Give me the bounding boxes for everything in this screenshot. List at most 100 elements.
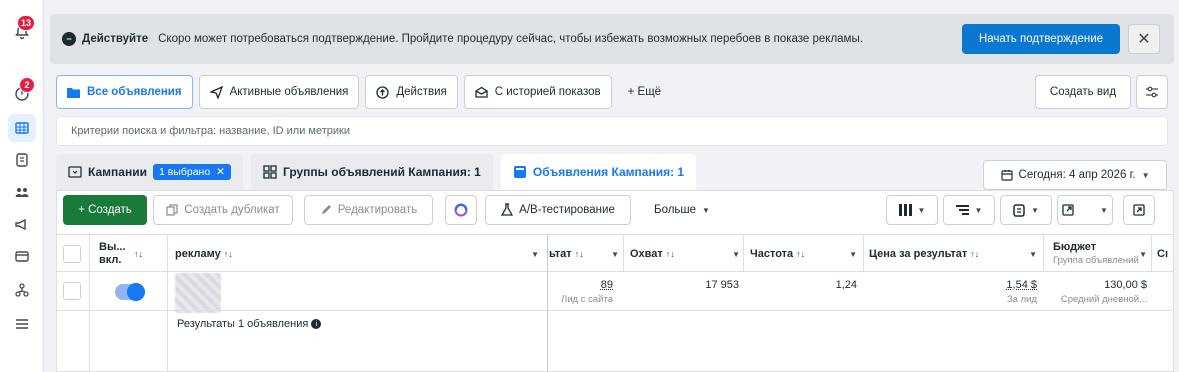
search-input[interactable]: Критерии поиска и фильтра: название, ID … xyxy=(56,116,1168,146)
more-button[interactable]: Больше ▼ xyxy=(642,195,722,225)
audience-button[interactable] xyxy=(8,178,36,206)
reports-icon xyxy=(1013,203,1025,217)
column-divider xyxy=(167,234,168,372)
ad-toggle[interactable] xyxy=(115,283,145,301)
create-view-button[interactable]: Создать вид xyxy=(1035,75,1131,109)
table-toolbar: + Создать Создать дубликат Редактировать… xyxy=(57,195,1173,227)
results-value[interactable]: 89 xyxy=(601,279,613,291)
table-header: Вы... вкл. ↑↓ рекламу ↑↓ ▼ ьтат ↑↓ ▼ Охват ↑… xyxy=(57,234,1173,272)
chevron-down-icon: ▼ xyxy=(1139,249,1147,259)
table-icon xyxy=(15,122,29,134)
tab-label: Действия xyxy=(396,86,447,98)
minus-circle-icon: − xyxy=(62,32,76,46)
duplicate-label: Создать дубликат xyxy=(184,204,280,216)
chevron-down-icon: ▼ xyxy=(732,249,740,259)
column-header-cost-per-result[interactable]: Цена за результат ↑↓ ▼ xyxy=(869,235,1037,273)
column-header-toggle[interactable]: Вы... вкл. ↑↓ xyxy=(99,235,159,273)
view-settings-button[interactable] xyxy=(1136,75,1168,109)
tab-adsets[interactable]: Группы объявлений Кампания: 1 xyxy=(250,154,493,190)
select-all-cell[interactable] xyxy=(63,235,81,273)
tab-ads[interactable]: Объявления Кампания: 1 xyxy=(500,154,697,190)
create-button[interactable]: + Создать xyxy=(63,195,147,225)
info-icon[interactable]: i xyxy=(311,319,322,330)
expand-icon xyxy=(1133,204,1145,216)
column-header-label: Цена за результат xyxy=(869,248,968,260)
cost-per-result-value[interactable]: 1,54 $ xyxy=(1006,279,1037,291)
frequency-cell: 1,24 xyxy=(835,279,857,291)
sort-icon: ↑↓ xyxy=(223,249,233,259)
row-checkbox[interactable] xyxy=(63,282,81,300)
meta-ai-button[interactable] xyxy=(445,195,477,225)
grid-icon xyxy=(263,165,277,179)
ads-manager-button[interactable] xyxy=(8,114,36,142)
column-header-results[interactable]: ьтат ↑↓ ▼ xyxy=(549,235,619,273)
ad-thumbnail-cell[interactable] xyxy=(175,273,221,313)
tree-button[interactable] xyxy=(8,276,36,304)
breakdown-button[interactable]: ▼ xyxy=(943,195,995,225)
column-header-ad[interactable]: рекламу ↑↓ ▼ xyxy=(175,235,539,273)
column-header-reach[interactable]: Охват ↑↓ ▼ xyxy=(630,235,740,273)
date-picker[interactable]: Сегодня: 4 апр 2026 г. ▼ xyxy=(983,160,1167,190)
column-header-frequency[interactable]: Частота ↑↓ ▼ xyxy=(750,235,857,273)
left-rail: 13 2 xyxy=(0,0,44,372)
tab-with-history[interactable]: С историей показов xyxy=(463,75,612,109)
close-icon[interactable]: ✕ xyxy=(1128,24,1160,54)
billing-icon xyxy=(15,251,29,262)
edit-label: Редактировать xyxy=(337,204,418,216)
documents-button[interactable] xyxy=(8,146,36,174)
select-all-checkbox[interactable] xyxy=(63,245,81,263)
menu-icon xyxy=(16,319,28,329)
ad-toggle-cell[interactable] xyxy=(115,283,145,301)
edit-button[interactable]: Редактировать xyxy=(304,195,433,225)
expand-button[interactable] xyxy=(1123,195,1155,225)
tab-actions[interactable]: Действия xyxy=(365,75,458,109)
chevron-down-icon: ▼ xyxy=(1029,249,1037,259)
tab-label: + Ещё xyxy=(627,86,662,98)
columns-button[interactable]: ▼ xyxy=(886,195,938,225)
banner-text: Скоро может потребоваться подтверждение.… xyxy=(158,33,863,45)
notifications-button[interactable]: 13 xyxy=(8,15,36,46)
tab-more[interactable]: + Ещё xyxy=(618,75,671,109)
alerts-badge: 2 xyxy=(19,77,35,93)
sort-icon: ↑↓ xyxy=(574,249,584,259)
chevron-down-icon: ▼ xyxy=(611,249,619,259)
budget-value: 130,00 $ xyxy=(1104,279,1147,291)
ab-testing-button[interactable]: A/B-тестирование xyxy=(485,195,631,225)
sliders-icon xyxy=(1146,86,1158,98)
column-header-budget[interactable]: Бюджет Группа объявлений ▼ xyxy=(1053,235,1147,273)
selected-pill[interactable]: 1 выбрано ✕ xyxy=(152,164,231,180)
export-button[interactable]: ▼ xyxy=(1057,195,1113,225)
start-verification-button[interactable]: Начать подтверждение xyxy=(962,24,1120,54)
column-divider xyxy=(623,234,624,272)
tab-active-ads[interactable]: Активные объявления xyxy=(198,75,360,109)
budget-type: Средний дневной... xyxy=(1060,294,1147,305)
summary-label: Результаты 1 объявления xyxy=(177,318,309,330)
flask-icon xyxy=(501,203,514,216)
date-label: Сегодня: 4 апр 2026 г. xyxy=(1018,169,1136,181)
ad-icon xyxy=(513,166,526,178)
clear-selection-icon[interactable]: ✕ xyxy=(216,166,225,178)
menu-button[interactable] xyxy=(8,310,36,338)
column-header-label: Вы... вкл. xyxy=(99,241,126,266)
sort-icon: ↑↓ xyxy=(970,249,980,259)
ad-thumbnail-image[interactable] xyxy=(175,273,221,313)
columns-icon xyxy=(898,204,912,216)
tab-campaigns[interactable]: Кампании 1 выбрано ✕ xyxy=(56,154,243,190)
duplicate-button[interactable]: Создать дубликат xyxy=(153,195,293,225)
megaphone-button[interactable] xyxy=(8,210,36,238)
action-icon xyxy=(376,85,390,99)
billing-button[interactable] xyxy=(8,242,36,270)
column-header-extra[interactable]: Сı xyxy=(1157,235,1168,273)
column-header-label: Частота xyxy=(750,248,794,260)
reports-button[interactable]: ▼ xyxy=(1000,195,1052,225)
banner-title: Действуйте xyxy=(82,33,149,45)
tab-all-ads[interactable]: Все объявления xyxy=(56,75,193,109)
sort-icon: ↑↓ xyxy=(134,249,143,259)
summary-row: Результаты 1 объявления i xyxy=(177,318,322,330)
cost-per-result-cell: 1,54 $ За лид xyxy=(957,279,1037,305)
alerts-button[interactable]: 2 xyxy=(8,77,36,108)
row-checkbox-cell[interactable] xyxy=(63,282,81,300)
documents-icon xyxy=(16,153,28,167)
frozen-column-divider xyxy=(547,234,548,372)
duplicate-icon xyxy=(166,204,178,216)
